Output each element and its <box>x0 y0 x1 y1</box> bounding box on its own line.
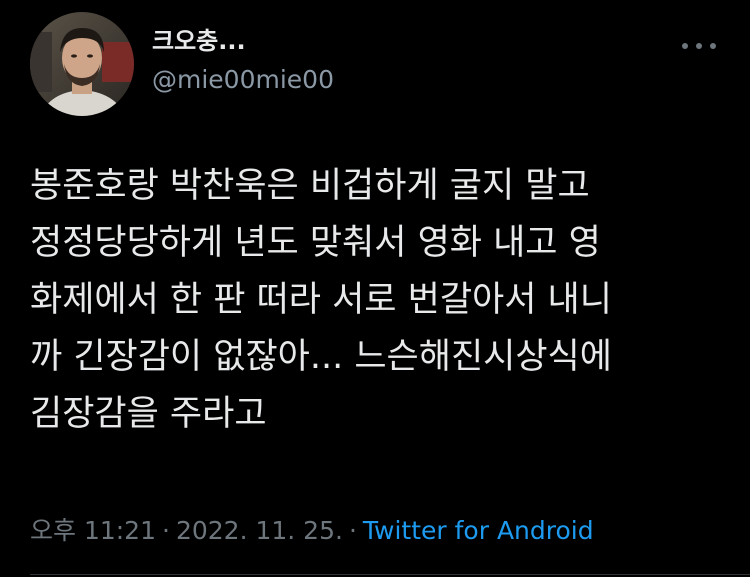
more-horizontal-icon <box>682 43 688 49</box>
more-horizontal-icon <box>710 43 716 49</box>
divider <box>30 574 750 575</box>
tweet-source-link[interactable]: Twitter for Android <box>363 516 594 545</box>
tweet-text: 봉준호랑 박찬욱은 비겁하게 굴지 말고 정정당당하게 년도 맞춰서 영화 내고… <box>30 166 612 434</box>
avatar[interactable] <box>30 12 134 116</box>
more-horizontal-icon <box>696 43 702 49</box>
meta-separator: · <box>348 516 357 545</box>
tweet-date[interactable]: 2022. 11. 25. <box>176 516 343 545</box>
more-options-button[interactable] <box>682 36 716 56</box>
avatar-image <box>30 12 134 116</box>
meta-separator: · <box>162 516 170 545</box>
tweet-container: 크오충... @mie00mie00 봉준호랑 박찬욱은 비겁하게 굴지 말고 … <box>0 0 750 577</box>
author-info: 크오충... @mie00mie00 <box>152 26 334 96</box>
author-handle[interactable]: @mie00mie00 <box>152 64 334 96</box>
tweet-time[interactable]: 오후 11:21 <box>30 516 156 545</box>
author-display-name[interactable]: 크오충... <box>152 26 334 56</box>
tweet-metadata: 오후 11:21 · 2022. 11. 25. · Twitter for Andro… <box>30 514 594 548</box>
